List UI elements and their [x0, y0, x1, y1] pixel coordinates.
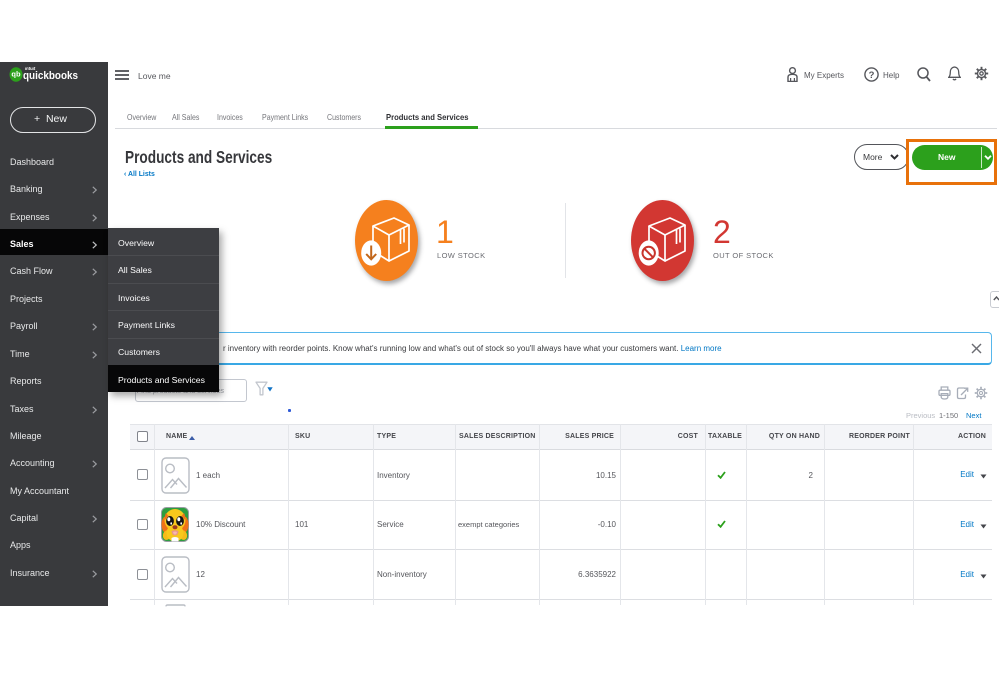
svg-text:qb: qb	[11, 70, 21, 79]
svg-text:?: ?	[869, 70, 875, 81]
